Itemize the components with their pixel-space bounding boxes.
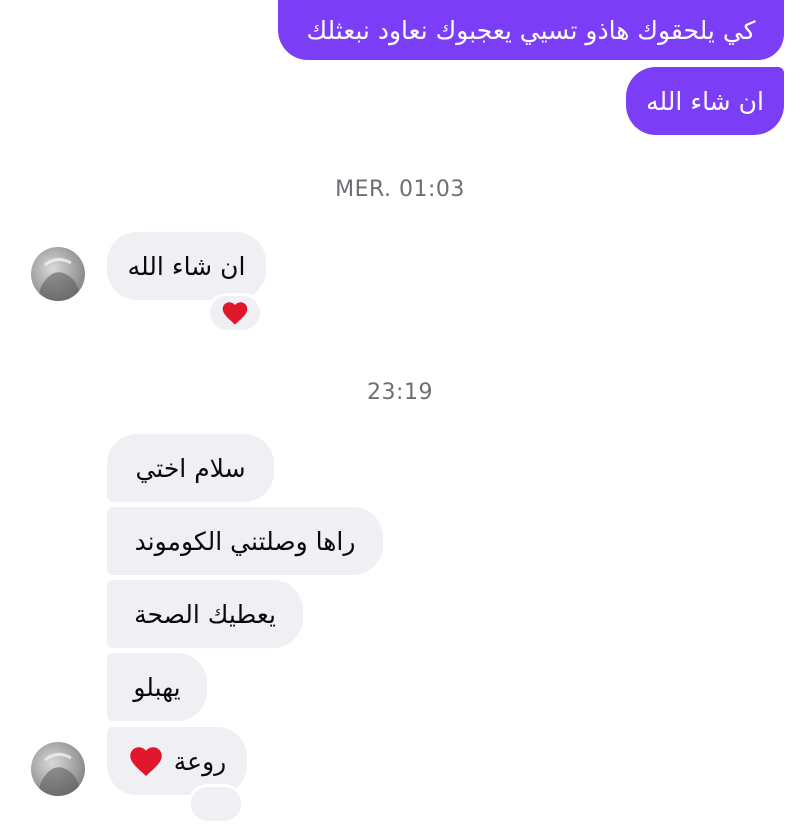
received-message-bubble[interactable]: يهبلو [107,653,207,721]
received-message-bubble[interactable]: راها وصلتني الكوموند [107,507,383,575]
message-text: سلام اختي [135,453,246,483]
sent-message-bubble[interactable]: ان شاء الله [626,67,784,135]
message-reaction[interactable] [207,293,263,333]
message-text: راها وصلتني الكوموند [134,526,356,556]
message-text: روعة [173,746,227,776]
chat-thread: كي يلحقوك هاذو تسيي يعجبوك نعاود نبعثلك … [0,0,800,824]
timestamp-divider: MER. 01:03 [335,177,465,202]
received-message-bubble[interactable]: يعطيك الصحة [107,580,303,648]
received-message-bubble[interactable]: ان شاء الله [107,232,266,300]
timestamp-divider: 23:19 [367,380,433,405]
message-reaction[interactable] [188,784,244,824]
message-text: كي يلحقوك هاذو تسيي يعجبوك نعاود نبعثلك [306,15,756,45]
contact-avatar[interactable] [31,742,85,796]
message-text: ان شاء الله [127,251,246,281]
message-text: يهبلو [133,672,181,702]
received-message-bubble[interactable]: سلام اختي [107,434,274,502]
heart-icon [222,302,248,325]
contact-avatar[interactable] [31,247,85,301]
sent-message-bubble[interactable]: كي يلحقوك هاذو تسيي يعجبوك نعاود نبعثلك [278,0,784,60]
message-text: ان شاء الله [646,86,764,116]
heart-emoji-icon [128,744,164,778]
message-text: يعطيك الصحة [134,599,276,629]
